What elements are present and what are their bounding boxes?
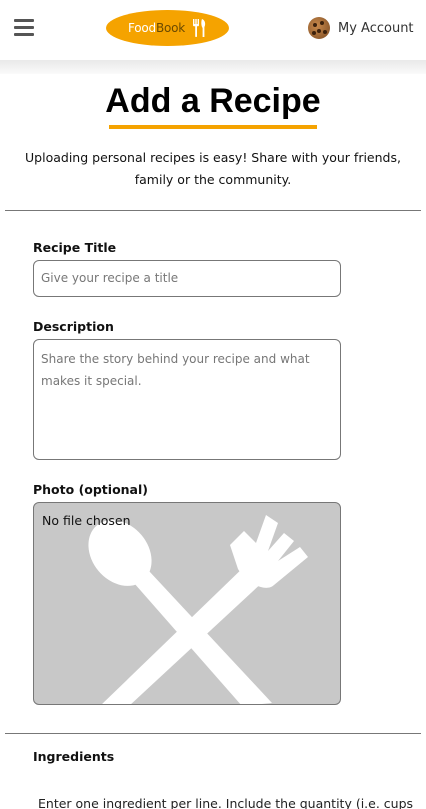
- divider: [5, 210, 421, 211]
- cookie-avatar-icon: [308, 17, 330, 39]
- my-account-link[interactable]: My Account: [308, 17, 414, 39]
- top-navbar: Food Book My Account: [0, 0, 426, 60]
- navbar-shadow: [0, 60, 426, 74]
- cutlery-icon: [193, 19, 206, 37]
- file-status-text: No file chosen: [42, 513, 131, 528]
- hamburger-menu-icon[interactable]: [14, 19, 34, 37]
- page-title: Add a Recipe: [105, 82, 321, 120]
- divider: [5, 733, 421, 734]
- spoon-fork-icon: [88, 515, 308, 704]
- recipe-title-label: Recipe Title: [33, 240, 117, 255]
- description-label: Description: [33, 319, 114, 334]
- my-account-label: My Account: [338, 20, 414, 36]
- description-textarea[interactable]: Share the story behind your recipe and w…: [33, 339, 341, 460]
- recipe-title-input[interactable]: Give your recipe a title: [33, 260, 341, 297]
- ingredients-label: Ingredients: [33, 749, 115, 764]
- logo-book-text: Book: [155, 21, 186, 35]
- title-underline: [109, 125, 317, 129]
- page-intro: Uploading personal recipes is easy! Shar…: [25, 150, 401, 187]
- logo-food-text: Food: [127, 21, 156, 35]
- photo-label: Photo (optional): [33, 482, 148, 497]
- ingredients-hint: Enter one ingredient per line. Include t…: [38, 796, 414, 809]
- foodbook-logo[interactable]: Food Book: [106, 10, 229, 46]
- photo-upload[interactable]: No file chosen: [33, 502, 341, 705]
